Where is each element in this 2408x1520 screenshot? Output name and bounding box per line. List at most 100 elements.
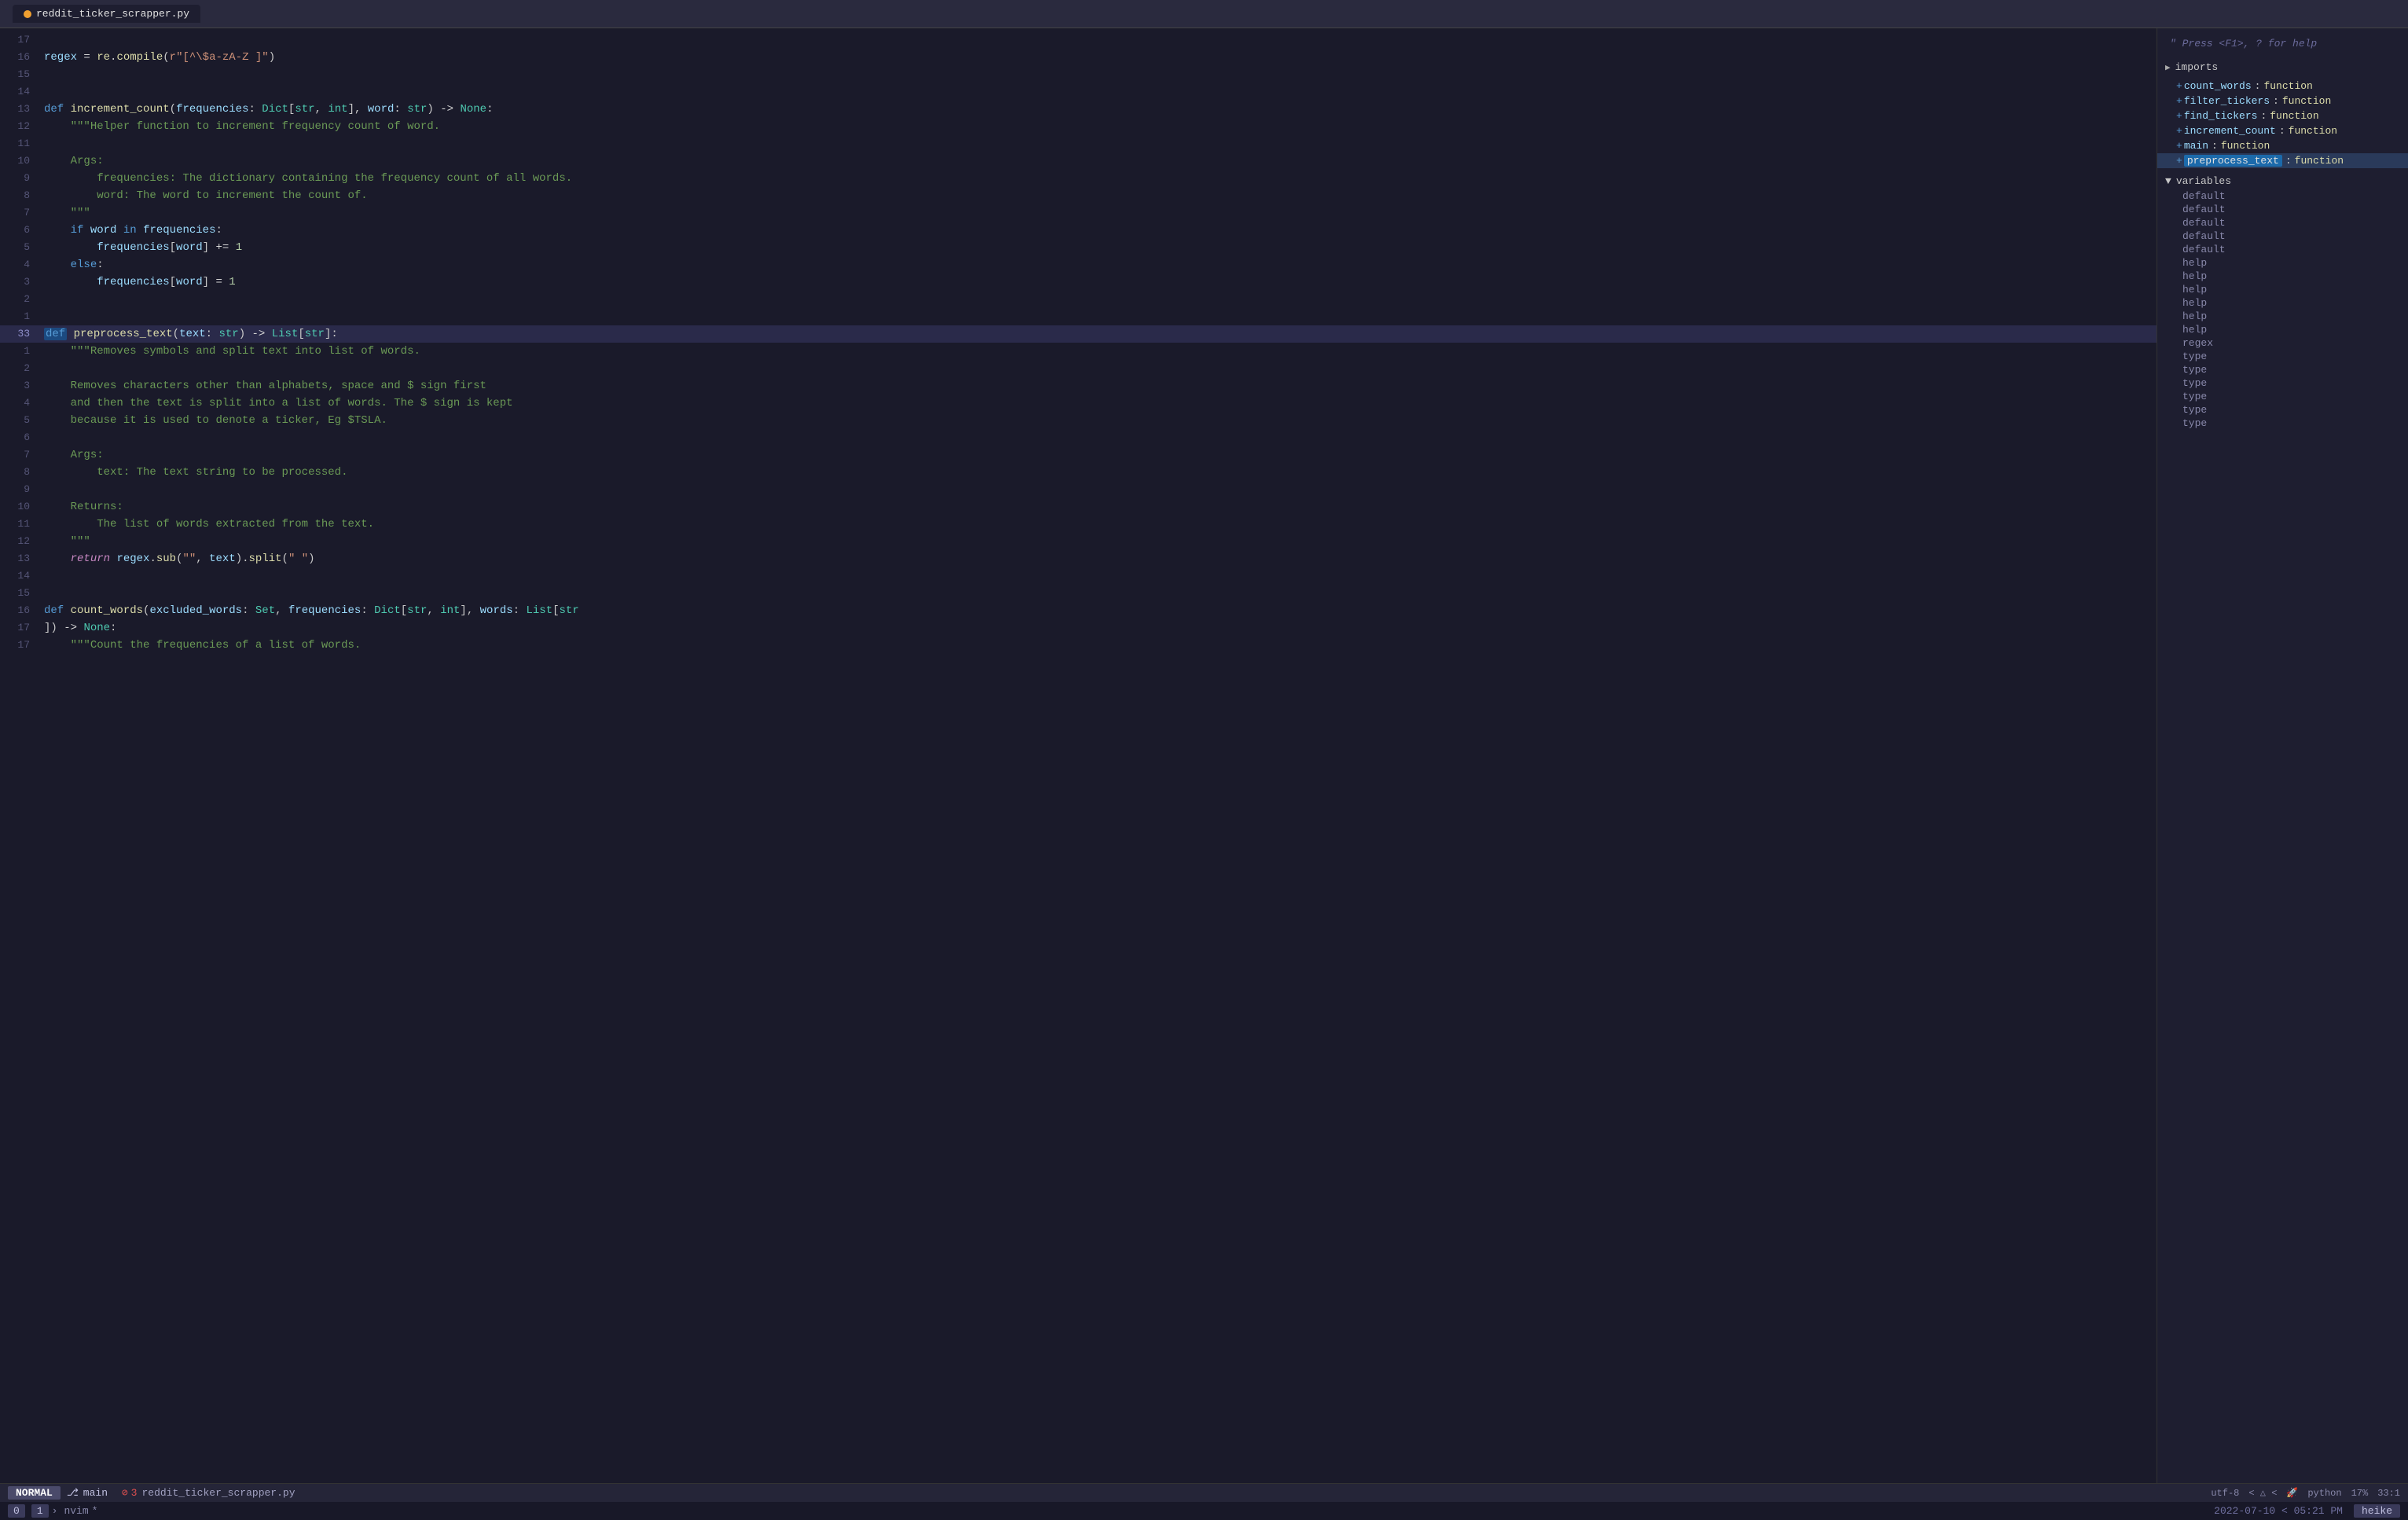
table-row: 7 Args: <box>0 446 2157 464</box>
sidebar-item-find-tickers[interactable]: + find_tickers : function <box>2157 108 2408 123</box>
table-row: 7 """ <box>0 204 2157 222</box>
rocket-icon: 🚀 <box>2286 1487 2298 1499</box>
imports-header[interactable]: ▶ imports <box>2157 59 2408 75</box>
var-item-type-2[interactable]: type <box>2157 363 2408 376</box>
var-item-help-3[interactable]: help <box>2157 283 2408 296</box>
branch-name: main <box>83 1487 108 1499</box>
table-row: 33 def preprocess_text(text: str) -> Lis… <box>0 325 2157 343</box>
table-row: 17 """Count the frequencies of a list of… <box>0 637 2157 654</box>
table-row: 5 because it is used to denote a ticker,… <box>0 412 2157 429</box>
table-row: 6 if word in frequencies: <box>0 222 2157 239</box>
sidebar-section-variables: ▼ variables default default default defa… <box>2157 170 2408 433</box>
var-item-help-5[interactable]: help <box>2157 310 2408 323</box>
tab-dot-icon <box>24 10 31 18</box>
var-item-help-4[interactable]: help <box>2157 296 2408 310</box>
status-right-section: utf-8 < △ < 🚀 python 17% 33:1 <box>2211 1487 2400 1499</box>
table-row: 2 <box>0 360 2157 377</box>
status-bar: NORMAL ⎇ main ⊘ 3 reddit_ticker_scrapper… <box>0 1483 2408 1502</box>
var-item-help-6[interactable]: help <box>2157 323 2408 336</box>
table-row: 12 """Helper function to increment frequ… <box>0 118 2157 135</box>
var-item-default-3[interactable]: default <box>2157 216 2408 229</box>
arrow-down-icon: ▼ <box>2165 175 2171 187</box>
table-row: 17 <box>0 31 2157 49</box>
sidebar-item-preprocess-text[interactable]: + preprocess_text : function <box>2157 153 2408 168</box>
table-row: 15 <box>0 585 2157 602</box>
table-row: 13 def increment_count(frequencies: Dict… <box>0 101 2157 118</box>
error-count: 3 <box>131 1487 138 1499</box>
var-item-help-1[interactable]: help <box>2157 256 2408 270</box>
branch-icon: ⎇ <box>67 1487 79 1499</box>
table-row: 10 Returns: <box>0 498 2157 516</box>
var-item-type-5[interactable]: type <box>2157 403 2408 417</box>
bottom-bar: 0 1 › nvim * 2022-07-10 < 05:21 PM heike <box>0 1502 2408 1520</box>
var-item-type-6[interactable]: type <box>2157 417 2408 430</box>
error-circle-icon: ⊘ <box>122 1487 128 1499</box>
var-item-default-5[interactable]: default <box>2157 243 2408 256</box>
var-item-help-2[interactable]: help <box>2157 270 2408 283</box>
table-row: 14 <box>0 567 2157 585</box>
imports-label: imports <box>2175 61 2219 73</box>
table-row: 5 frequencies[word] += 1 <box>0 239 2157 256</box>
tab-0-item[interactable]: 0 <box>8 1504 25 1518</box>
variables-label: variables <box>2176 175 2231 187</box>
table-row: 4 else: <box>0 256 2157 274</box>
modified-indicator: * <box>92 1505 98 1517</box>
var-item-default-4[interactable]: default <box>2157 229 2408 243</box>
table-row: 11 <box>0 135 2157 152</box>
tab-1-item[interactable]: 1 › nvim * <box>31 1504 98 1518</box>
table-row: 1 <box>0 308 2157 325</box>
sidebar-item-filter-tickers[interactable]: + filter_tickers : function <box>2157 94 2408 108</box>
encoding-label: utf-8 <box>2211 1488 2239 1499</box>
table-row: 17 ]) -> None: <box>0 619 2157 637</box>
table-row: 1 """Removes symbols and split text into… <box>0 343 2157 360</box>
var-item-regex[interactable]: regex <box>2157 336 2408 350</box>
title-bar: reddit_ticker_scrapper.py <box>0 0 2408 28</box>
tab-1-number: 1 <box>31 1504 49 1518</box>
table-row: 3 Removes characters other than alphabet… <box>0 377 2157 395</box>
main-area: 17 16 regex = re.compile(r"[^\$a-zA-Z ]"… <box>0 28 2408 1483</box>
var-item-type-3[interactable]: type <box>2157 376 2408 390</box>
scroll-percent: 17% <box>2351 1488 2369 1499</box>
language-label: python <box>2307 1488 2341 1499</box>
table-row: 8 text: The text string to be processed. <box>0 464 2157 481</box>
var-item-default-1[interactable]: default <box>2157 189 2408 203</box>
sidebar-section-imports: ▶ imports <box>2157 57 2408 77</box>
username-label: heike <box>2354 1504 2400 1518</box>
sidebar-item-main[interactable]: + main : function <box>2157 138 2408 153</box>
time-section: 2022-07-10 < 05:21 PM heike <box>2214 1504 2400 1518</box>
tab-label: reddit_ticker_scrapper.py <box>36 8 189 20</box>
table-row: 16 def count_words(excluded_words: Set, … <box>0 602 2157 619</box>
datetime-label: 2022-07-10 < 05:21 PM <box>2214 1505 2343 1517</box>
arrow-right-icon: ▶ <box>2165 62 2171 73</box>
table-row: 9 frequencies: The dictionary containing… <box>0 170 2157 187</box>
cursor-position: 33:1 <box>2377 1488 2400 1499</box>
status-filename: reddit_ticker_scrapper.py <box>141 1487 2211 1499</box>
sidebar-item-increment-count[interactable]: + increment_count : function <box>2157 123 2408 138</box>
sidebar-section-functions: + count_words : function + filter_ticker… <box>2157 77 2408 170</box>
file-tab[interactable]: reddit_ticker_scrapper.py <box>13 5 200 23</box>
code-editor[interactable]: 17 16 regex = re.compile(r"[^\$a-zA-Z ]"… <box>0 28 2157 1483</box>
app-name: nvim <box>64 1505 88 1517</box>
var-item-default-2[interactable]: default <box>2157 203 2408 216</box>
chevron-right-icon: › <box>52 1505 58 1517</box>
table-row: 12 """ <box>0 533 2157 550</box>
table-row: 3 frequencies[word] = 1 <box>0 274 2157 291</box>
tab-0-number: 0 <box>8 1504 25 1518</box>
table-row: 16 regex = re.compile(r"[^\$a-zA-Z ]") <box>0 49 2157 66</box>
table-row: 14 <box>0 83 2157 101</box>
table-row: 8 word: The word to increment the count … <box>0 187 2157 204</box>
table-row: 11 The list of words extracted from the … <box>0 516 2157 533</box>
sidebar-hint: " Press <F1>, ? for help <box>2157 35 2408 57</box>
table-row: 2 <box>0 291 2157 308</box>
var-item-type-1[interactable]: type <box>2157 350 2408 363</box>
error-indicator: ⊘ 3 <box>122 1487 138 1499</box>
variables-header[interactable]: ▼ variables <box>2157 173 2408 189</box>
var-item-type-4[interactable]: type <box>2157 390 2408 403</box>
format-icons: < △ < <box>2248 1487 2277 1499</box>
table-row: 6 <box>0 429 2157 446</box>
vim-mode: NORMAL <box>8 1486 61 1500</box>
outline-panel: " Press <F1>, ? for help ▶ imports + cou… <box>2157 28 2408 1483</box>
table-row: 10 Args: <box>0 152 2157 170</box>
sidebar-item-count-words[interactable]: + count_words : function <box>2157 79 2408 94</box>
table-row: 15 <box>0 66 2157 83</box>
